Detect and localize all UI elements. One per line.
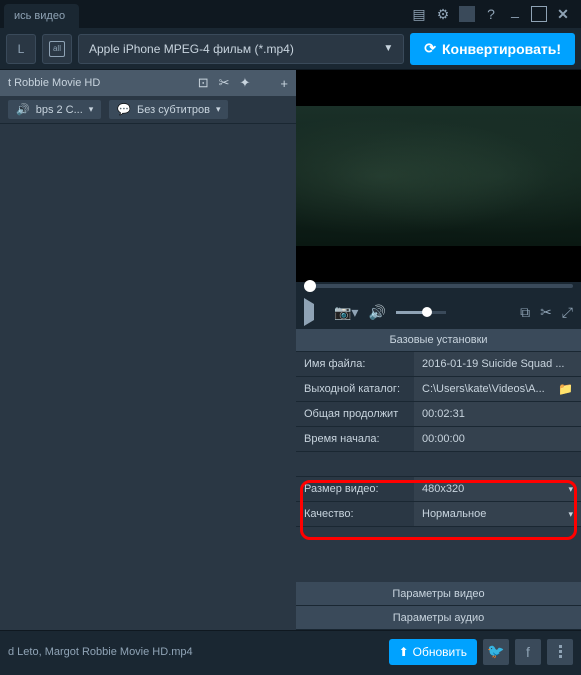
outdir-value[interactable]: C:\Users\kate\Videos\A...📁 [414,377,581,401]
all-icon: all [49,41,65,57]
video-preview[interactable] [296,70,581,282]
duration-value: 00:02:31 [414,402,581,426]
settings-header-label: Базовые установки [389,334,487,346]
fullscreen-icon[interactable]: ⤢ [562,304,573,321]
toolbar: L all Apple iPhone MPEG-4 фильм (*.mp4) … [0,28,581,70]
separator [459,6,475,22]
chevron-down-icon: ▾ [568,509,573,520]
audio-value: bps 2 С... [36,104,83,116]
chevron-down-icon: ▾ [89,104,94,115]
close-button[interactable]: ✕ [555,6,571,22]
filename-label: Имя файла: [296,358,414,370]
player-controls: 📷▾ 🔊 ⧉ ✂ ⤢ [296,296,581,328]
preview-panel: 📷▾ 🔊 ⧉ ✂ ⤢ Базовые установки Имя файла: … [296,70,581,630]
file-header[interactable]: t Robbie Movie HD ⊡ ✂ ✦ + [0,70,296,96]
preview-frame [296,106,581,246]
quality-label: Качество: [296,508,414,520]
convert-button[interactable]: ⟳ Конвертировать! [410,33,575,65]
list-icon[interactable]: ▤ [411,6,427,22]
file-title: t Robbie Movie HD [8,77,100,89]
chevron-down-icon: ▾ [568,484,573,495]
settings-header: Базовые установки [296,328,581,352]
snapshot-button[interactable]: 📷▾ [334,304,358,321]
start-value[interactable]: 00:00:00 [414,427,581,451]
video-params-button[interactable]: Параметры видео [296,582,581,606]
speaker-icon: 🔊 [16,103,30,116]
file-panel: t Robbie Movie HD ⊡ ✂ ✦ + 🔊 bps 2 С... ▾… [0,70,296,630]
row-filename: Имя файла: 2016-01-19 Suicide Squad ... [296,352,581,377]
row-size: Размер видео: 480x320▾ [296,477,581,502]
outdir-label: Выходной каталог: [296,383,414,395]
subtitle-chip[interactable]: 💬 Без субтитров ▾ [109,100,228,119]
refresh-button[interactable]: ⬆ Обновить [389,639,477,665]
gear-icon[interactable]: ⚙ [435,6,451,22]
link-icon[interactable]: ⧉ [520,304,530,321]
settings-body: Имя файла: 2016-01-19 Suicide Squad ... … [296,352,581,630]
refresh-label: Обновить [413,645,467,659]
twitter-button[interactable]: 🐦 [483,639,509,665]
status-filename: d Leto, Margot Robbie Movie HD.mp4 [8,646,383,658]
size-label: Размер видео: [296,483,414,495]
subtitle-value: Без субтитров [137,104,210,116]
start-label: Время начала: [296,433,414,445]
cut-icon[interactable]: ✂ [219,75,230,91]
app-tab[interactable]: ись видео [4,4,79,28]
quality-value[interactable]: Нормальное▾ [414,502,581,526]
size-value[interactable]: 480x320▾ [414,477,581,501]
crop-icon[interactable]: ⊡ [198,75,209,91]
convert-label: Конвертировать! [442,41,561,57]
audio-chip[interactable]: 🔊 bps 2 С... ▾ [8,100,101,119]
row-duration: Общая продолжит 00:02:31 [296,402,581,427]
titlebar: ись видео ▤ ⚙ ? _ ✕ [0,0,581,28]
upload-icon: ⬆ [399,645,409,659]
row-quality: Качество: Нормальное▾ [296,502,581,527]
seek-knob[interactable] [304,280,316,292]
filename-value[interactable]: 2016-01-19 Suicide Squad ... [414,352,581,376]
duration-label: Общая продолжит [296,408,414,420]
row-outdir: Выходной каталог: C:\Users\kate\Videos\A… [296,377,581,402]
facebook-button[interactable]: f [515,639,541,665]
menu-button[interactable] [547,639,573,665]
refresh-icon: ⟳ [424,40,436,57]
chevron-down-icon: ▾ [216,104,221,115]
row-start: Время начала: 00:00:00 [296,427,581,452]
subtitle-icon: 💬 [117,103,131,116]
audio-params-button[interactable]: Параметры аудио [296,606,581,630]
volume-slider[interactable] [396,311,446,314]
seek-bar[interactable] [296,282,581,296]
browse-icon[interactable]: 📁 [558,382,573,396]
format-select[interactable]: Apple iPhone MPEG-4 фильм (*.mp4) ▼ [78,34,404,64]
mode-label: L [18,42,25,56]
tab-title: ись видео [14,10,65,22]
effects-icon[interactable]: ✦ [240,75,251,91]
cut-icon[interactable]: ✂ [540,304,552,321]
minimize-button[interactable]: _ [507,2,523,18]
format-value: Apple iPhone MPEG-4 фильм (*.mp4) [89,42,294,56]
mode-button[interactable]: L [6,34,36,64]
statusbar: d Leto, Margot Robbie Movie HD.mp4 ⬆ Обн… [0,630,581,672]
add-icon[interactable]: + [280,76,288,91]
play-button[interactable] [304,304,314,320]
chevron-down-icon: ▼ [383,43,393,54]
maximize-button[interactable] [531,6,547,22]
volume-icon[interactable]: 🔊 [368,304,385,321]
main: t Robbie Movie HD ⊡ ✂ ✦ + 🔊 bps 2 С... ▾… [0,70,581,630]
tracks-row: 🔊 bps 2 С... ▾ 💬 Без субтитров ▾ [0,96,296,124]
help-icon[interactable]: ? [483,6,499,22]
all-button[interactable]: all [42,34,72,64]
